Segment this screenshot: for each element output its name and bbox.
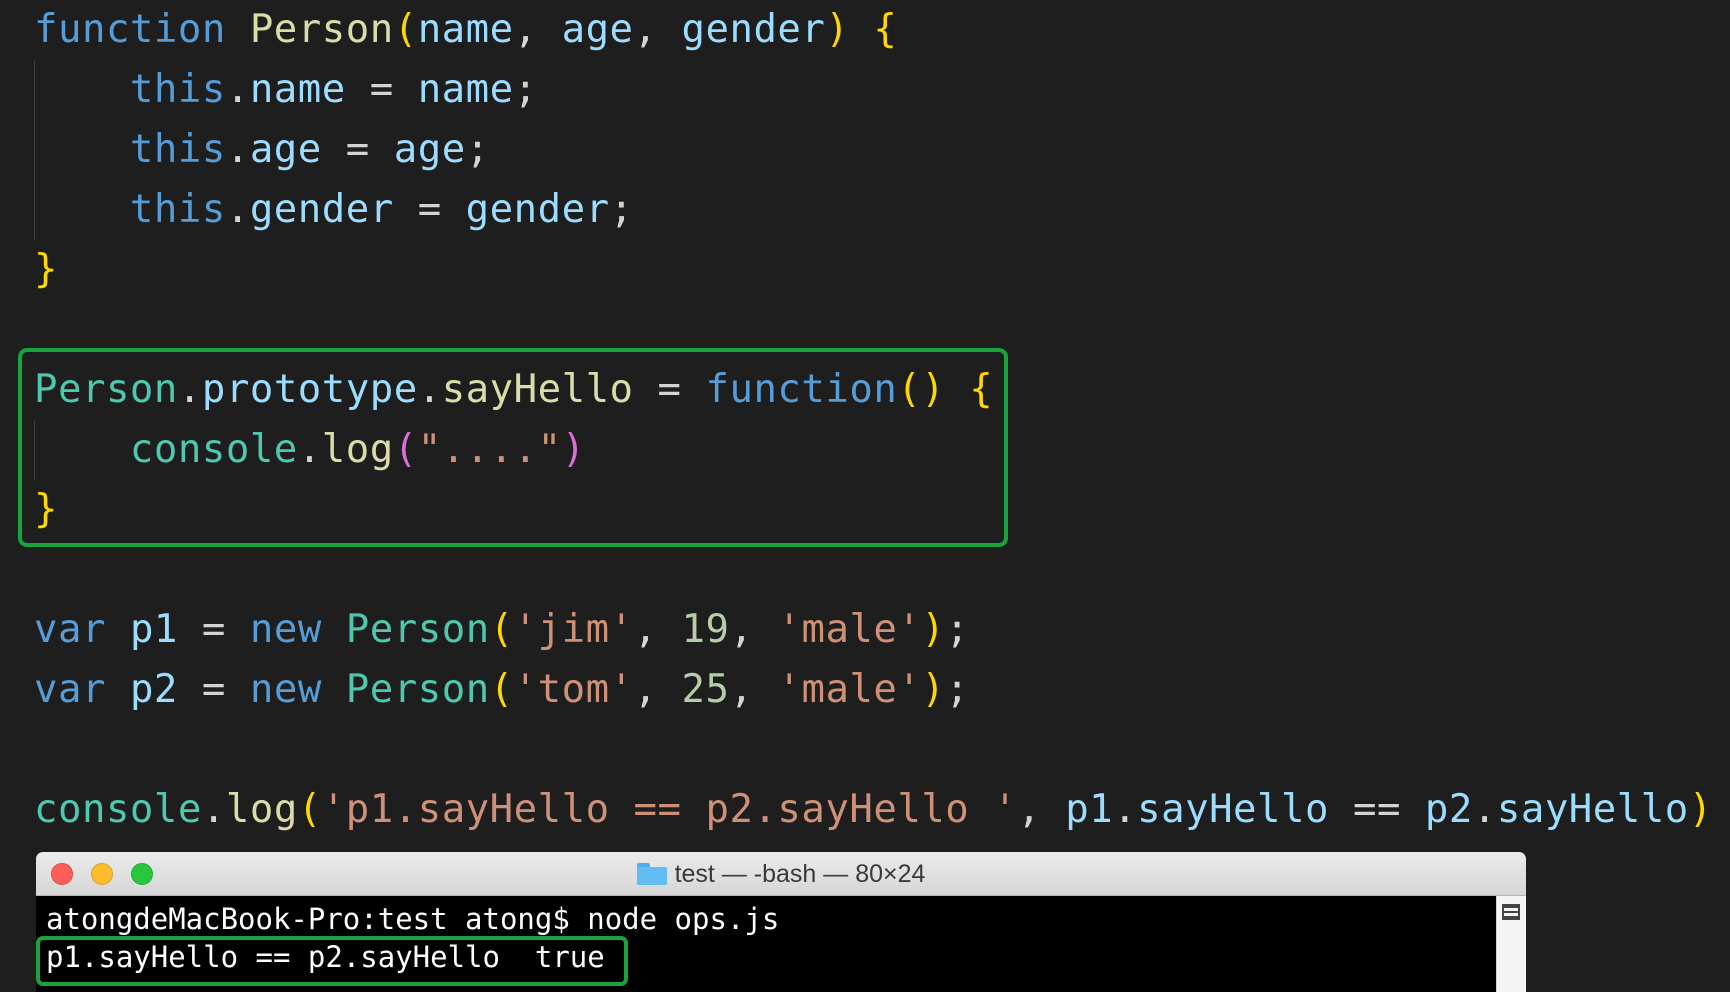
code-token: ( (489, 667, 514, 712)
code-token: , (633, 667, 682, 712)
code-token: . (201, 787, 226, 832)
code-token: Person (249, 7, 394, 52)
code-token: ; (465, 127, 490, 172)
code-token: name (249, 67, 346, 112)
code-token: = (345, 67, 418, 112)
code-token: log (225, 787, 298, 832)
code-token: = (177, 667, 250, 712)
code-line: } (34, 240, 58, 300)
code-token: , (633, 607, 682, 652)
code-token: new (249, 667, 322, 712)
code-token: = (393, 187, 466, 232)
code-token: age (561, 7, 634, 52)
code-editor[interactable]: function Person(name, age, gender) { thi… (0, 0, 1730, 978)
code-token: Person (345, 667, 490, 712)
code-token: function (34, 7, 226, 52)
code-token: . (225, 187, 250, 232)
code-token: gender (249, 187, 394, 232)
output-highlight (36, 936, 628, 986)
code-token: p2 (129, 667, 178, 712)
code-token: . (225, 67, 250, 112)
code-line: this.name = name; (34, 60, 538, 120)
code-token: ) (1688, 787, 1713, 832)
code-token: this (129, 127, 226, 172)
code-token: gender (465, 187, 610, 232)
code-line: this.gender = gender; (34, 180, 634, 240)
code-token: ( (297, 787, 322, 832)
code-token: . (1472, 787, 1497, 832)
code-token: 'male' (777, 607, 922, 652)
code-token: 'jim' (513, 607, 634, 652)
code-token: ; (945, 667, 970, 712)
code-token: = (177, 607, 250, 652)
code-token: ; (513, 67, 538, 112)
code-token: ) (921, 667, 946, 712)
terminal-window[interactable]: test — -bash — 80×24 atongdeMacBook-Pro:… (36, 852, 1526, 992)
terminal-title: test — -bash — 80×24 (36, 852, 1526, 896)
code-token: console (34, 787, 202, 832)
folder-icon (636, 863, 667, 885)
code-token: 'male' (777, 667, 922, 712)
code-token: ( (393, 7, 418, 52)
code-token: name (417, 7, 514, 52)
code-token: 'tom' (513, 667, 634, 712)
code-token: . (1113, 787, 1138, 832)
code-token: ) (921, 607, 946, 652)
code-token: , (729, 607, 778, 652)
code-token: ( (489, 607, 514, 652)
code-token: p1 (1065, 787, 1114, 832)
terminal-titlebar[interactable]: test — -bash — 80×24 (36, 852, 1526, 896)
code-token: } (34, 247, 58, 292)
code-token: name (417, 67, 514, 112)
code-line: this.age = age; (34, 120, 490, 180)
code-token: 'p1.sayHello == p2.sayHello ' (321, 787, 1018, 832)
terminal-prompt-line: atongdeMacBook-Pro:test atong$ node ops.… (46, 902, 780, 936)
code-token: var (34, 607, 106, 652)
code-token: sayHello (1496, 787, 1689, 832)
code-token: ; (609, 187, 634, 232)
code-token: age (249, 127, 322, 172)
scroll-menu-icon[interactable] (1502, 904, 1520, 920)
code-token: , (633, 7, 682, 52)
code-token: ) (825, 7, 850, 52)
code-token: { (873, 7, 898, 52)
terminal-title-text: test — -bash — 80×24 (674, 860, 926, 888)
code-token: ; (945, 607, 970, 652)
code-token: sayHello (1137, 787, 1329, 832)
code-token: == (1328, 787, 1425, 832)
code-line: console.log('p1.sayHello == p2.sayHello … (34, 780, 1713, 840)
code-line: var p1 = new Person('jim', 19, 'male'); (34, 600, 969, 660)
code-token: = (321, 127, 394, 172)
code-token: age (393, 127, 466, 172)
code-token: this (129, 187, 226, 232)
prototype-method-highlight (18, 348, 1008, 547)
code-line: var p2 = new Person('tom', 25, 'male'); (34, 660, 969, 720)
code-token: Person (345, 607, 490, 652)
code-token: . (225, 127, 250, 172)
code-token: p1 (129, 607, 178, 652)
code-token: gender (681, 7, 826, 52)
code-token: p2 (1424, 787, 1473, 832)
code-token: 19 (681, 607, 730, 652)
code-token: new (249, 607, 322, 652)
code-line: function Person(name, age, gender) { (34, 0, 897, 60)
code-token: , (729, 667, 778, 712)
code-token: , (1017, 787, 1066, 832)
code-token: this (129, 67, 226, 112)
code-token: , (513, 7, 562, 52)
code-token: var (34, 667, 106, 712)
code-token: 25 (681, 667, 730, 712)
